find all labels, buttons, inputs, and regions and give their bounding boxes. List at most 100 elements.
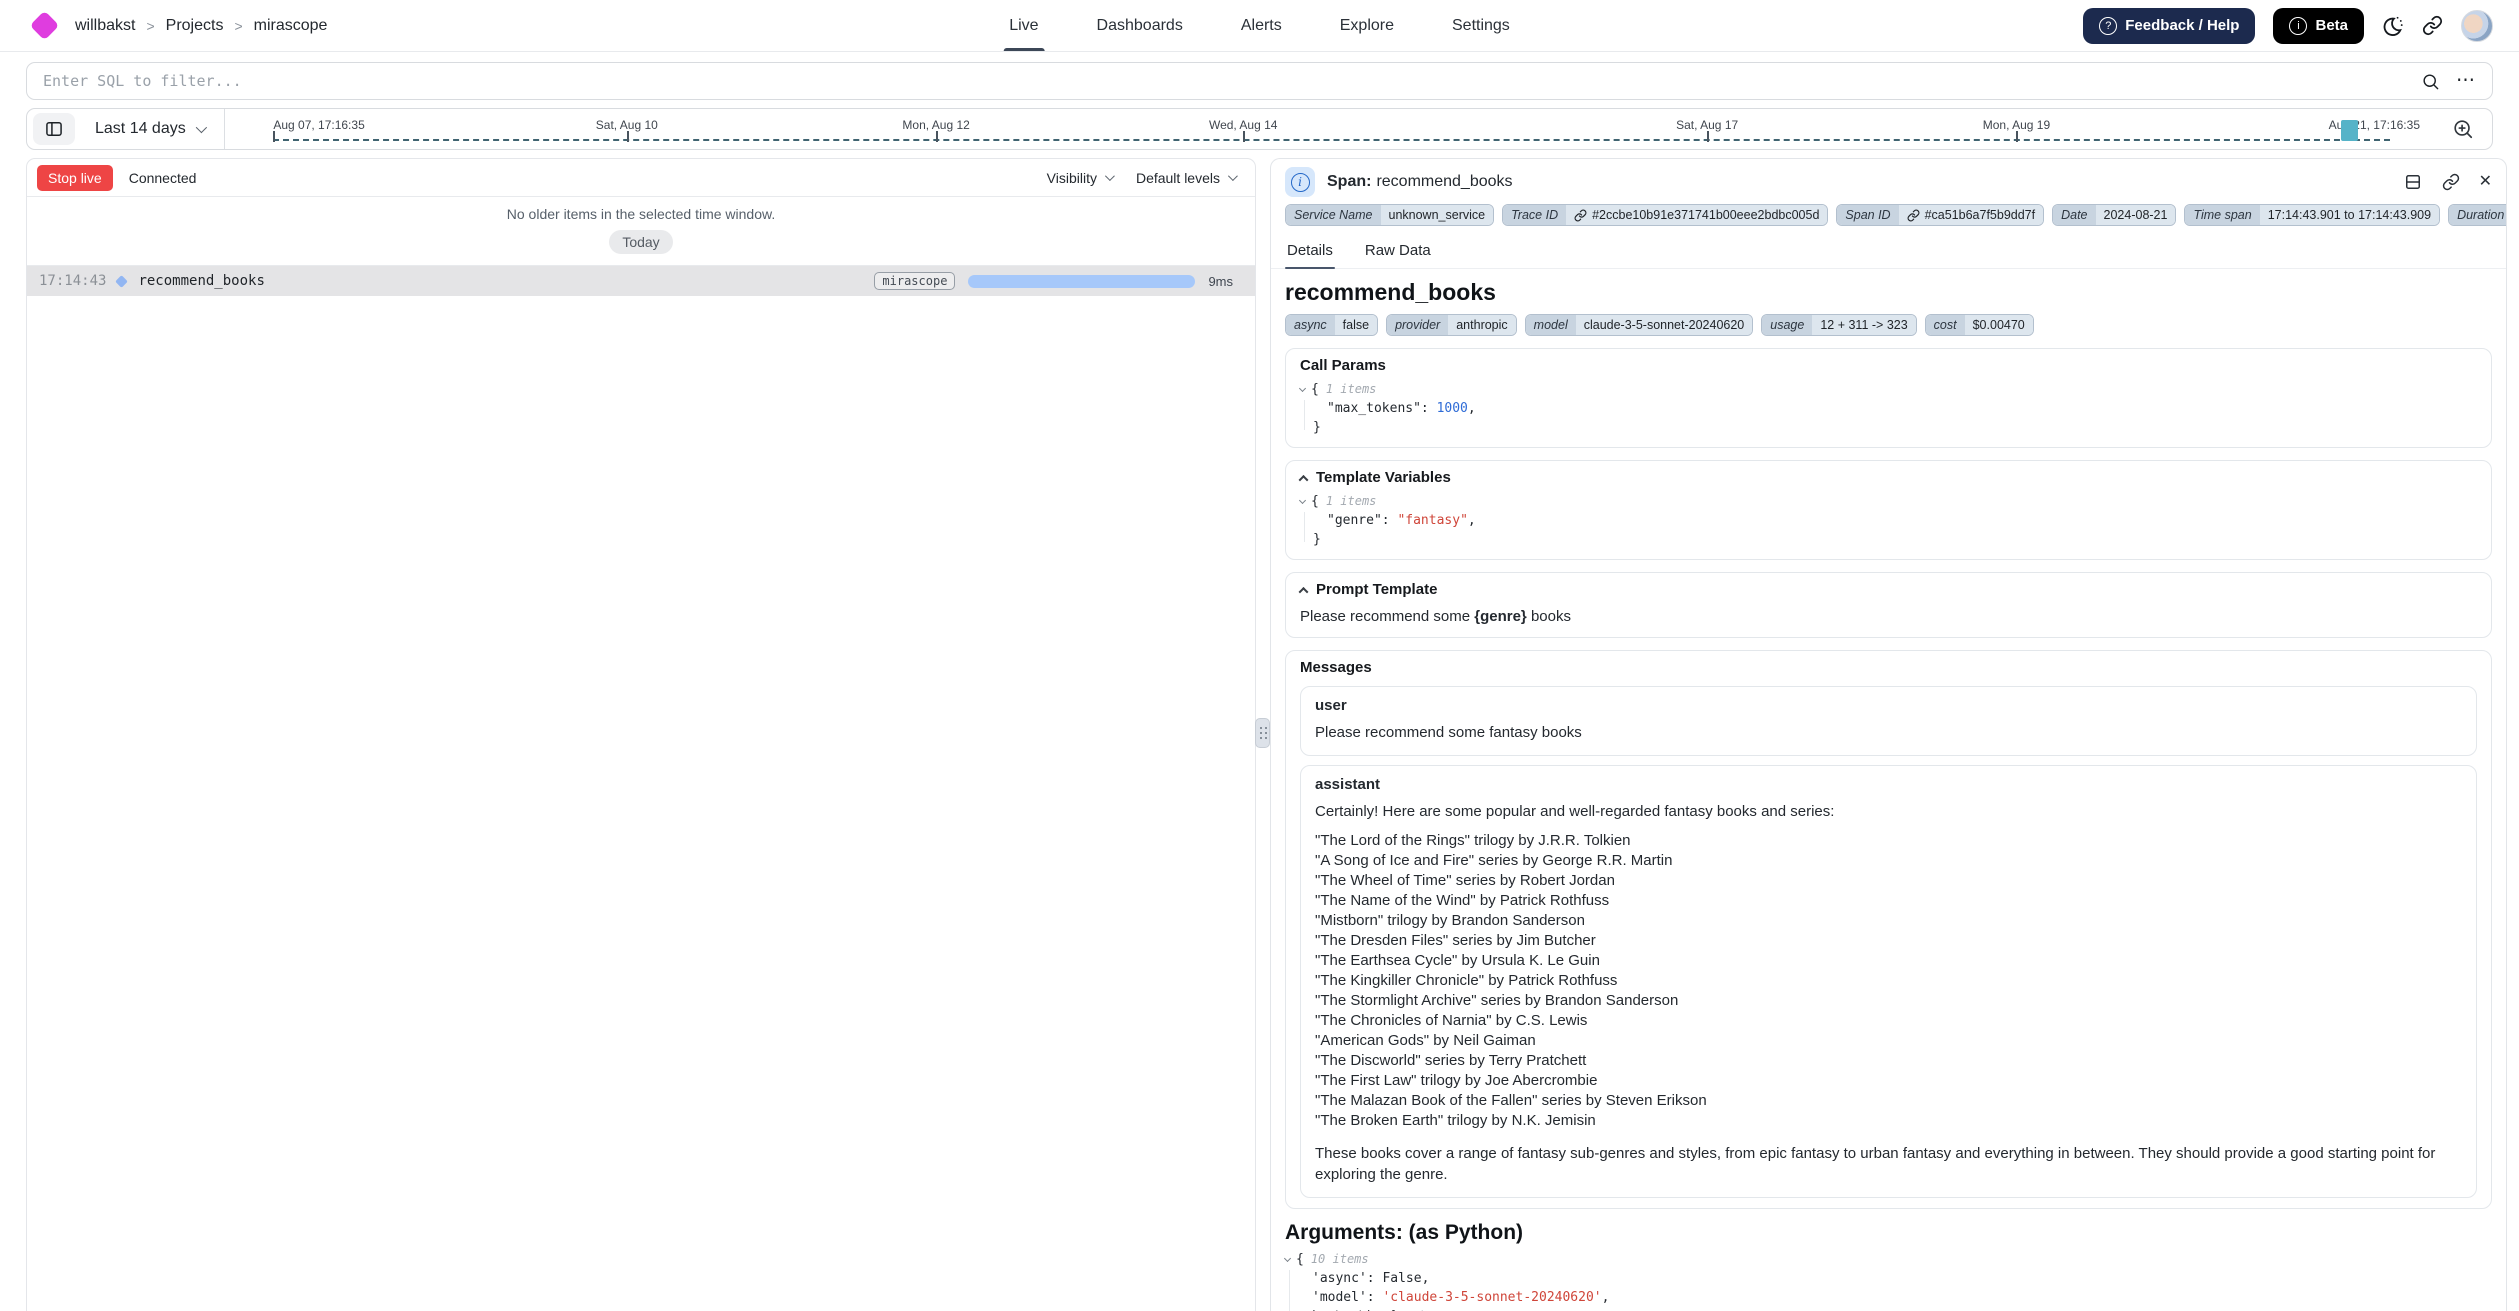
book-list-item: "The Dresden Files" series by Jim Butche…	[1315, 931, 2462, 951]
timeline-selection[interactable]	[2341, 120, 2358, 141]
close-icon[interactable]: ✕	[2479, 174, 2492, 190]
call-params-title: Call Params	[1300, 357, 2477, 375]
theme-toggle-button[interactable]	[2382, 15, 2404, 37]
search-icon[interactable]	[2421, 72, 2440, 91]
tab-live[interactable]: Live	[1003, 0, 1044, 51]
span-panel-header: i Span: recommend_books ✕	[1271, 159, 2506, 201]
user-avatar[interactable]	[2461, 10, 2493, 42]
attr-span-id-badge: Span ID#ca51b6a7f5b9dd7f	[1836, 204, 2044, 226]
prompt-template-text: Please recommend some {genre} books	[1300, 607, 2477, 627]
link-icon[interactable]	[1907, 209, 1920, 222]
meta-usage-badge: usage12 + 311 -> 323	[1761, 314, 1916, 336]
badge-label: Date	[2053, 205, 2095, 225]
trace-row[interactable]: 17:14:43 recommend_books mirascope 9ms	[27, 266, 1255, 296]
assistant-message: assistant Certainly! Here are some popul…	[1300, 765, 2477, 1198]
breadcrumb-separator: >	[234, 18, 242, 34]
badge-value: unknown_service	[1381, 205, 1494, 225]
empty-notice-section: No older items in the selected time wind…	[27, 197, 1255, 266]
attr-duration-badge: Duration8ms	[2448, 204, 2506, 226]
json-line: 'model': 'claude-3-5-sonnet-20240620',	[1285, 1288, 2492, 1307]
visibility-menu[interactable]: Visibility	[1047, 170, 1112, 186]
badge-label: Service Name	[1286, 205, 1381, 225]
beta-button[interactable]: i Beta	[2273, 8, 2364, 44]
json-line: 'output': {4 items	[1285, 1307, 2492, 1311]
span-title-name: recommend_books	[1376, 173, 1512, 190]
tab-settings[interactable]: Settings	[1446, 0, 1516, 51]
top-bar-actions: ? Feedback / Help i Beta	[2083, 8, 2493, 44]
attr-date-badge: Date2024-08-21	[2052, 204, 2176, 226]
link-icon[interactable]	[1574, 209, 1587, 222]
timeline-zoom-button[interactable]	[2434, 118, 2492, 140]
collapse-icon[interactable]	[1299, 586, 1309, 596]
tab-explore[interactable]: Explore	[1334, 0, 1400, 51]
sql-filter-box: ⋯	[26, 62, 2493, 100]
sql-filter-input[interactable]	[43, 72, 2421, 90]
book-list-item: "The Wheel of Time" series by Robert Jor…	[1315, 871, 2462, 891]
message-role: assistant	[1315, 776, 2462, 793]
span-title-prefix: Span:	[1327, 173, 1371, 190]
span-info-icon: i	[1285, 167, 1315, 197]
book-list-item: "The Stormlight Archive" series by Brand…	[1315, 991, 2462, 1011]
timeline-track[interactable]: Aug 07, 17:16:35 Sat, Aug 10 Mon, Aug 12 We…	[225, 109, 2434, 149]
badge-label: cost	[1926, 315, 1965, 335]
timeline-dashed-line	[273, 139, 2390, 141]
time-range-selector[interactable]: Last 14 days	[75, 120, 224, 138]
prompt-template-title: Prompt Template	[1316, 581, 1437, 599]
timeline-label: Sat, Aug 17	[1676, 118, 1738, 132]
copy-link-icon[interactable]	[2442, 173, 2460, 191]
badge-label: Time span	[2185, 205, 2259, 225]
json-line: 'async': False,	[1285, 1269, 2492, 1288]
resize-handle[interactable]	[1255, 718, 1270, 748]
live-trace-panel: Stop live Connected Visibility Default l…	[26, 158, 1256, 1311]
messages-title: Messages	[1300, 659, 2477, 677]
feedback-help-button[interactable]: ? Feedback / Help	[2083, 8, 2255, 44]
badge-label: provider	[1387, 315, 1448, 335]
book-list-item: "The Name of the Wind" by Patrick Rothfu…	[1315, 891, 2462, 911]
trace-duration-bar	[968, 275, 1195, 288]
span-meta-badges: asyncfalseprovideranthropicmodelclaude-3…	[1285, 314, 2492, 336]
timeline-start-label: Aug 07, 17:16:35	[273, 118, 364, 132]
badge-value: 2024-08-21	[2096, 205, 2176, 225]
share-link-button[interactable]	[2422, 15, 2443, 36]
breadcrumb-item-projects[interactable]: Projects	[166, 17, 224, 35]
stop-live-button[interactable]: Stop live	[37, 165, 113, 191]
logfire-logo-icon[interactable]	[30, 11, 60, 41]
badge-value: anthropic	[1448, 315, 1515, 335]
chevron-down-icon	[1105, 171, 1115, 181]
timeline-label: Wed, Aug 14	[1209, 118, 1278, 132]
book-list-item: "The Kingkiller Chronicle" by Patrick Ro…	[1315, 971, 2462, 991]
meta-provider-badge: provideranthropic	[1386, 314, 1517, 336]
tab-alerts[interactable]: Alerts	[1235, 0, 1288, 51]
visibility-label: Visibility	[1047, 170, 1097, 186]
assistant-intro: Certainly! Here are some popular and wel…	[1315, 802, 2462, 822]
sidebar-toggle-button[interactable]	[33, 113, 75, 145]
breadcrumb-item-mirascope[interactable]: mirascope	[254, 17, 328, 35]
collapse-toggle-icon[interactable]	[1299, 497, 1306, 504]
top-bar: willbakst>Projects>mirascope LiveDashboa…	[0, 0, 2519, 52]
timeline-tick	[273, 131, 275, 142]
span-title: Span: recommend_books	[1327, 173, 1513, 191]
default-levels-menu[interactable]: Default levels	[1136, 170, 1235, 186]
badge-label: usage	[1762, 315, 1812, 335]
trace-timestamp: 17:14:43	[39, 273, 106, 289]
json-indent-guide	[1304, 512, 1305, 542]
timeline-label: Sat, Aug 10	[596, 118, 658, 132]
book-list-item: "American Gods" by Neil Gaiman	[1315, 1031, 2462, 1051]
tab-dashboards[interactable]: Dashboards	[1091, 0, 1189, 51]
split-view-icon[interactable]	[2403, 172, 2423, 192]
badge-value: #2ccbe10b91e371741b00eee2bdbc005d	[1566, 205, 1827, 225]
badge-value: #ca51b6a7f5b9dd7f	[1899, 205, 2044, 225]
tab-details[interactable]: Details	[1285, 235, 1335, 268]
meta-async-badge: asyncfalse	[1285, 314, 1378, 336]
breadcrumb-item-willbakst[interactable]: willbakst	[75, 17, 135, 35]
more-options-icon[interactable]: ⋯	[2456, 76, 2476, 86]
call-params-card: Call Params {1 items"max_tokens": 1000,}	[1285, 348, 2492, 448]
collapse-icon[interactable]	[1299, 474, 1309, 484]
collapse-toggle-icon[interactable]	[1284, 1255, 1291, 1262]
json-line: "genre": "fantasy",	[1300, 511, 2477, 530]
book-list-item: "A Song of Ice and Fire" series by Georg…	[1315, 851, 2462, 871]
badge-label: async	[1286, 315, 1335, 335]
collapse-toggle-icon[interactable]	[1299, 385, 1306, 392]
tab-raw-data[interactable]: Raw Data	[1363, 235, 1433, 268]
timeline-label: Mon, Aug 12	[902, 118, 969, 132]
